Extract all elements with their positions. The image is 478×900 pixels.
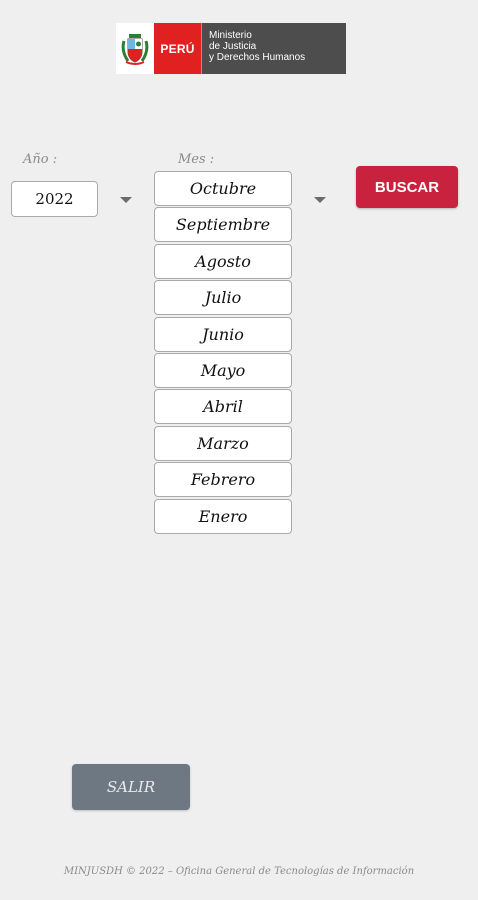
month-option[interactable]: Febrero [154, 462, 292, 498]
logo-ministry-line: de Justicia [209, 41, 257, 52]
chevron-down-icon[interactable] [120, 197, 132, 203]
month-option[interactable]: Septiembre [154, 207, 292, 243]
year-label: Año : [23, 152, 58, 167]
coat-of-arms-icon [116, 23, 154, 74]
logo-country-label: PERÚ [154, 23, 201, 74]
footer-text: MINJUSDH © 2022 – Oficina General de Tec… [63, 866, 415, 877]
year-select[interactable]: 2022 [11, 181, 98, 217]
logo-ministry-line: y Derechos Humanos [209, 52, 306, 63]
search-button[interactable]: BUSCAR [356, 166, 458, 208]
chevron-down-icon[interactable] [314, 197, 326, 203]
month-option[interactable]: Marzo [154, 425, 292, 461]
exit-button[interactable]: SALIR [72, 764, 190, 810]
logo-ministry-name: Ministerio de Justicia y Derechos Humano… [201, 23, 346, 74]
month-option[interactable]: Abril [154, 389, 292, 425]
month-label: Mes : [178, 152, 215, 167]
month-option[interactable]: Octubre [154, 171, 292, 206]
month-option[interactable]: Agosto [154, 243, 292, 279]
month-option[interactable]: Mayo [154, 352, 292, 388]
ministry-logo: PERÚ Ministerio de Justicia y Derechos H… [116, 23, 346, 74]
month-option[interactable]: Enero [154, 498, 292, 534]
month-option[interactable]: Julio [154, 280, 292, 316]
month-option[interactable]: Junio [154, 316, 292, 352]
month-dropdown-list: Octubre Septiembre Agosto Julio Junio Ma… [154, 171, 292, 535]
logo-ministry-line: Ministerio [209, 30, 252, 41]
